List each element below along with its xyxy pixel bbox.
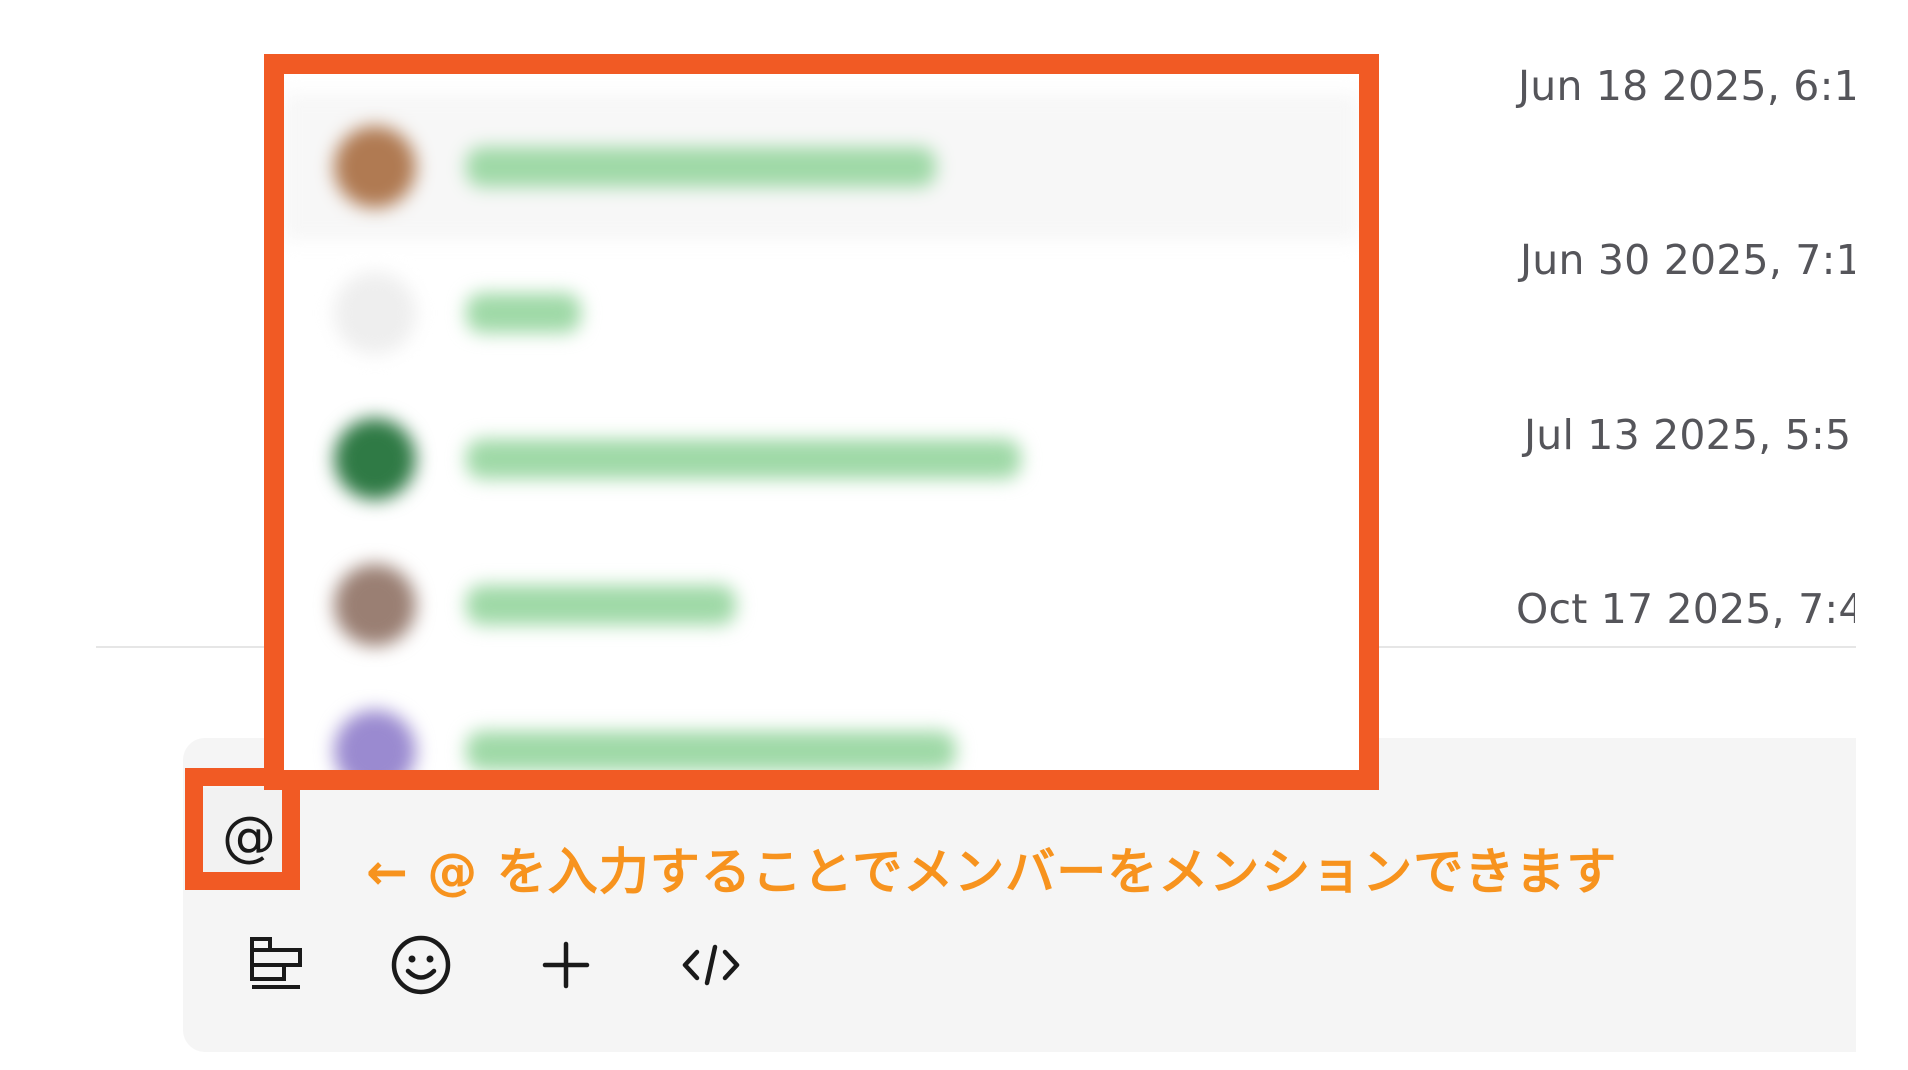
composer-toolbar xyxy=(240,930,820,1000)
chat-screen: Jun 18 2025, 6:1 Jun 30 2025, 7:1 Jul 13… xyxy=(0,0,1908,1070)
member-list xyxy=(284,74,1359,770)
message-timestamp: Jun 18 2025, 6:1 xyxy=(1518,62,1855,110)
member-option[interactable] xyxy=(284,532,1359,678)
avatar xyxy=(334,418,416,500)
member-option[interactable] xyxy=(284,678,1359,770)
message-timestamp: Jul 13 2025, 5:5 xyxy=(1524,411,1852,459)
avatar xyxy=(334,126,416,208)
member-option[interactable] xyxy=(284,386,1359,532)
member-name xyxy=(466,439,1021,479)
message-timestamps: Jun 18 2025, 6:1 Jun 30 2025, 7:1 Jul 13… xyxy=(1510,0,1855,660)
mention-suggestion-popup xyxy=(264,54,1379,790)
avatar xyxy=(334,272,416,354)
member-name xyxy=(466,293,581,333)
code-button[interactable] xyxy=(675,930,747,1000)
text-format-icon xyxy=(250,937,302,989)
member-option[interactable] xyxy=(284,94,1359,240)
add-button[interactable] xyxy=(530,930,602,1000)
member-name xyxy=(466,147,936,187)
code-icon xyxy=(682,944,740,986)
avatar xyxy=(334,710,416,770)
annotation-text: ← @ を入力することでメンバーをメンションできます xyxy=(366,843,1618,901)
avatar xyxy=(334,564,416,646)
member-name xyxy=(466,731,956,770)
emoji-button[interactable] xyxy=(385,930,457,1000)
emoji-icon xyxy=(391,935,451,995)
member-option[interactable] xyxy=(284,240,1359,386)
plus-icon xyxy=(542,941,590,989)
message-timestamp: Jun 30 2025, 7:1 xyxy=(1520,236,1855,284)
text-format-button[interactable] xyxy=(240,930,312,1000)
message-timestamp: Oct 17 2025, 7:4 xyxy=(1516,585,1855,633)
member-name xyxy=(466,585,736,625)
